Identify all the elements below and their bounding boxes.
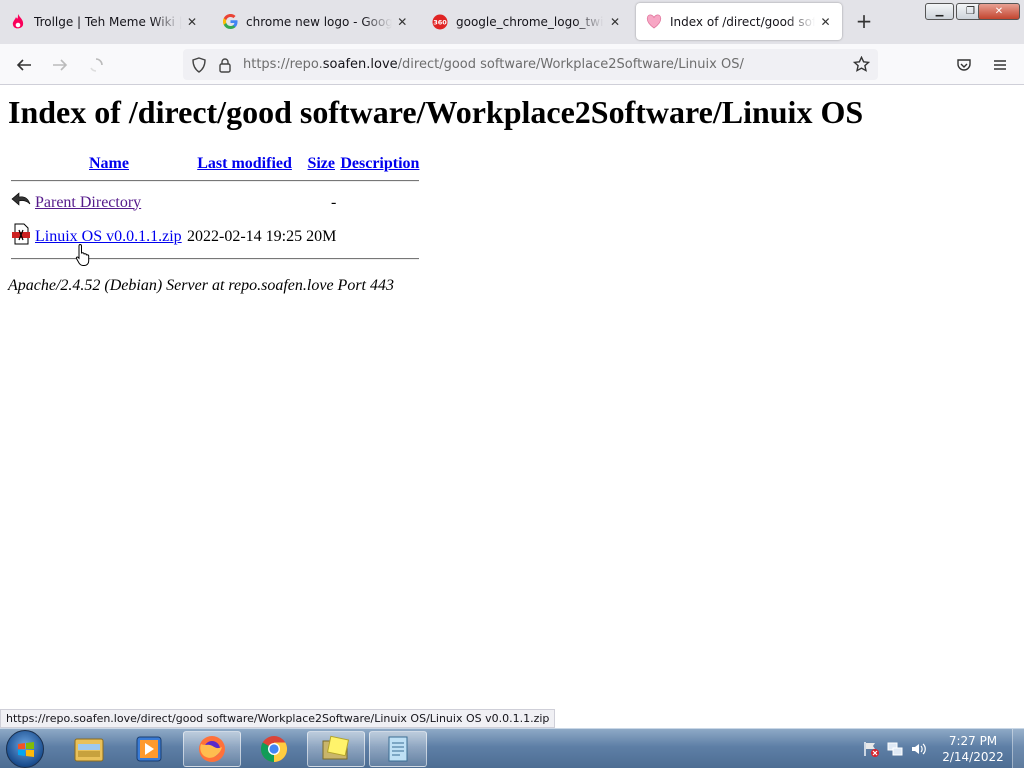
modified-cell: 2022-02-14 19:25	[187, 227, 303, 245]
compressed-file-icon	[12, 223, 30, 245]
loading-spinner-icon	[90, 58, 103, 72]
minimize-button[interactable]: ▁	[925, 3, 954, 20]
chrome-icon	[260, 736, 288, 763]
taskbar-media-player[interactable]	[121, 731, 179, 767]
close-tab-icon[interactable]: ✕	[608, 15, 622, 29]
explorer-icon	[74, 738, 104, 762]
new-tab-button[interactable]: +	[853, 10, 875, 32]
page-title: Index of /direct/good software/Workplace…	[8, 94, 864, 130]
pink-heart-icon	[646, 14, 662, 30]
tab-title: chrome new logo - Google Search	[246, 14, 393, 29]
volume-icon[interactable]	[910, 740, 928, 758]
description-cell	[339, 220, 420, 253]
divider	[11, 180, 420, 182]
parent-directory-link[interactable]: Parent Directory	[35, 194, 141, 211]
sort-by-size-link[interactable]: Size	[307, 155, 335, 172]
icon-column-header	[10, 153, 32, 175]
taskbar-chrome[interactable]	[245, 731, 303, 767]
clock-date: 2/14/2022	[942, 750, 1004, 764]
taskbar-folder-notes[interactable]	[307, 731, 365, 767]
tab-index-of[interactable]: Index of /direct/good software ✕	[636, 3, 842, 40]
forward-arrow-icon	[53, 59, 68, 71]
action-center-flag-icon[interactable]	[862, 740, 880, 758]
reload-button[interactable]	[83, 52, 109, 78]
sort-by-modified-link[interactable]: Last modified	[197, 155, 292, 172]
tab-google-search[interactable]: chrome new logo - Google Search ✕	[212, 3, 418, 40]
sort-by-name-link[interactable]: Name	[89, 155, 129, 172]
row-icon-cell	[10, 187, 32, 218]
page-content: Index of /direct/good software/Workplace…	[0, 86, 1024, 728]
close-window-button[interactable]: ✕	[978, 3, 1020, 20]
tab-title: Index of /direct/good software	[670, 14, 816, 29]
tab-trollge[interactable]: Trollge | Teh Meme Wiki | Fandom ✕	[0, 3, 208, 40]
app-menu-button[interactable]	[987, 52, 1013, 78]
start-button[interactable]	[6, 730, 44, 768]
tab-title: google_chrome_logo_twitter	[456, 14, 604, 29]
google-g-icon	[222, 14, 238, 30]
fandom-flame-icon	[10, 13, 26, 30]
close-tab-icon[interactable]: ✕	[819, 15, 832, 29]
taskbar-explorer[interactable]	[60, 731, 118, 767]
pocket-icon	[957, 59, 971, 71]
clock-time: 7:27 PM	[948, 734, 998, 748]
size-cell: -	[331, 193, 337, 211]
hamburger-menu-icon	[994, 60, 1006, 70]
taskbar-firefox[interactable]	[183, 731, 241, 767]
tab-strip: Trollge | Teh Meme Wiki | Fandom ✕ chrom…	[0, 0, 1024, 44]
notification-area	[862, 737, 928, 761]
tab-chrome-logo-twitter[interactable]: 360 google_chrome_logo_twitter ✕	[422, 3, 632, 40]
back-arrow-icon	[16, 59, 31, 71]
separator-row	[10, 177, 420, 185]
size-cell: 20M	[306, 227, 337, 245]
network-icon[interactable]	[886, 740, 904, 758]
close-tab-icon[interactable]: ✕	[186, 15, 198, 29]
divider	[11, 258, 420, 260]
bookmark-star-icon[interactable]	[853, 56, 870, 73]
tab-title: Trollge | Teh Meme Wiki | Fandom	[34, 14, 183, 29]
directory-listing-table: Name Last modified Size Description Pare…	[8, 151, 422, 265]
navigation-toolbar: https://repo.soafen.love/direct/good sof…	[0, 44, 1024, 85]
system-clock[interactable]: 7:27 PM 2/14/2022	[936, 733, 1010, 765]
separator-row	[10, 255, 420, 263]
file-link[interactable]: Linuix OS v0.0.1.1.zip	[35, 228, 182, 245]
table-header-row: Name Last modified Size Description	[10, 153, 420, 175]
back-arrow-icon	[11, 192, 31, 206]
table-row: Parent Directory -	[10, 187, 420, 218]
svg-text:360: 360	[433, 18, 447, 26]
360-icon: 360	[432, 14, 448, 30]
sort-by-description-link[interactable]: Description	[340, 155, 419, 172]
taskbar-notepad[interactable]	[369, 731, 427, 767]
windows-logo-icon	[18, 742, 34, 757]
table-row: Linuix OS v0.0.1.1.zip 2022-02-14 19:25 …	[10, 220, 420, 253]
forward-button[interactable]	[47, 52, 73, 78]
pocket-button[interactable]	[951, 52, 977, 78]
hand-cursor-icon	[75, 243, 90, 266]
close-tab-icon[interactable]: ✕	[396, 15, 408, 29]
notepad-icon	[388, 736, 408, 762]
show-desktop-button[interactable]	[1012, 729, 1024, 769]
url-text[interactable]: https://repo.soafen.love/direct/good sof…	[243, 57, 744, 72]
firefox-icon	[199, 736, 225, 762]
address-bar[interactable]: https://repo.soafen.love/direct/good sof…	[183, 49, 878, 80]
lock-icon[interactable]	[217, 57, 233, 73]
link-status-bar: https://repo.soafen.love/direct/good sof…	[0, 709, 556, 728]
taskbar: 7:27 PM 2/14/2022	[0, 728, 1024, 769]
back-button[interactable]	[11, 52, 37, 78]
row-icon-cell	[10, 220, 32, 253]
modified-cell	[186, 187, 303, 218]
folder-notes-icon	[322, 735, 350, 760]
description-cell	[339, 187, 420, 218]
tracking-protection-shield-icon[interactable]	[191, 57, 207, 73]
media-player-icon	[136, 736, 162, 762]
server-signature: Apache/2.4.52 (Debian) Server at repo.so…	[8, 277, 394, 294]
